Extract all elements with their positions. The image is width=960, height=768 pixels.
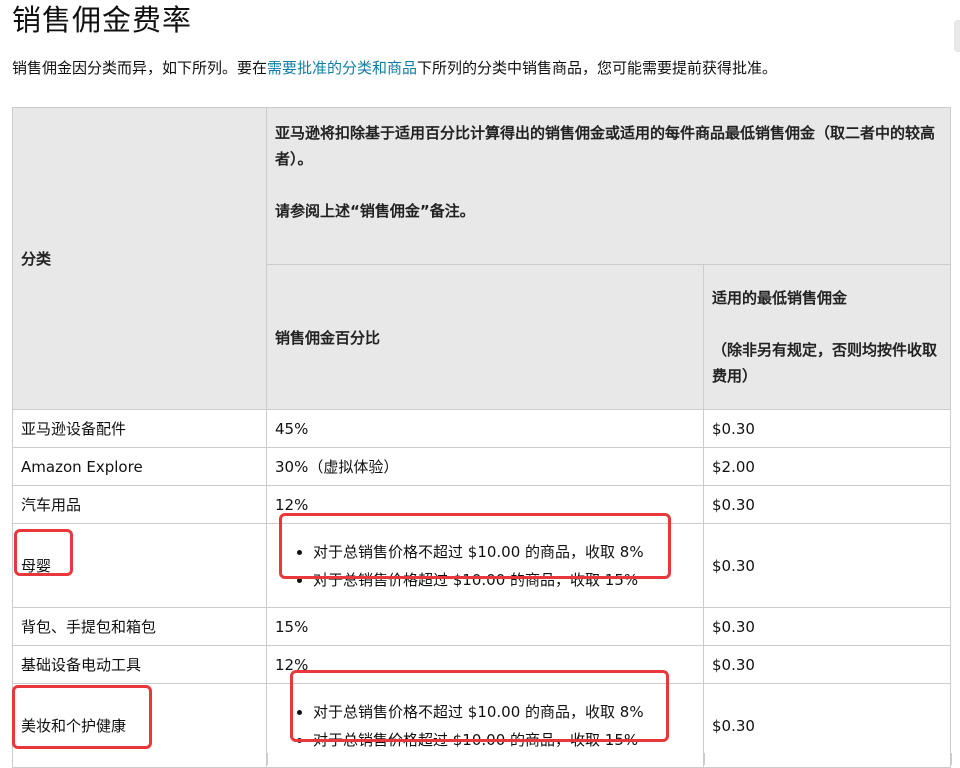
header-min-fee-line1: 适用的最低销售佣金: [712, 289, 848, 307]
fee-bullet: 对于总销售价格超过 $10.00 的商品，收取 15%: [313, 566, 695, 594]
min-fee-cell: $0.30: [702, 645, 952, 684]
fee-bullet-list: 对于总销售价格不超过 $10.00 的商品，收取 8% 对于总销售价格超过 $1…: [275, 538, 695, 594]
percent-cell: 15%: [266, 607, 704, 646]
intro-after: 下所列的分类中销售商品，您可能需要提前获得批准。: [417, 59, 778, 77]
header-min-fee: 适用的最低销售佣金 （除非另有规定，否则均按件收取费用）: [702, 264, 952, 410]
header-fee-description-line2: 请参阅上述“销售佣金”备注。: [275, 202, 475, 220]
referral-fee-table: 分类 亚马逊将扣除基于适用百分比计算得出的销售佣金或适用的每件商品最低销售佣金（…: [12, 107, 952, 768]
percent-cell: 12%: [266, 485, 704, 524]
percent-cell: 对于总销售价格不超过 $10.00 的商品，收取 8% 对于总销售价格超过 $1…: [266, 523, 704, 608]
category-cell: 背包、手提包和箱包: [12, 607, 267, 646]
page-title: 销售佣金费率: [12, 3, 193, 37]
table-row: 汽车用品 12% $0.30: [12, 485, 952, 524]
min-fee-cell: $0.30: [702, 409, 952, 448]
header-percent: 销售佣金百分比: [266, 264, 704, 410]
table-row: 母婴 对于总销售价格不超过 $10.00 的商品，收取 8% 对于总销售价格超过…: [12, 523, 952, 608]
side-scroll-tab[interactable]: [954, 20, 960, 52]
divider: [267, 753, 268, 765]
approval-categories-link[interactable]: 需要批准的分类和商品: [267, 59, 417, 77]
fee-bullet-list: 对于总销售价格不超过 $10.00 的商品，收取 8% 对于总销售价格超过 $1…: [275, 698, 695, 754]
category-cell: 亚马逊设备配件: [12, 409, 267, 448]
percent-cell: 12%: [266, 645, 704, 684]
category-cell: Amazon Explore: [12, 447, 267, 486]
header-fee-description: 亚马逊将扣除基于适用百分比计算得出的销售佣金或适用的每件商品最低销售佣金（取二者…: [265, 107, 952, 265]
min-fee-cell: $0.30: [702, 607, 952, 646]
fee-bullet: 对于总销售价格不超过 $10.00 的商品，收取 8%: [313, 698, 695, 726]
table-row: 亚马逊设备配件 45% $0.30: [12, 409, 952, 448]
intro-text: 销售佣金因分类而异，如下所列。要在需要批准的分类和商品下所列的分类中销售商品，您…: [12, 58, 777, 78]
category-cell: 汽车用品: [12, 485, 267, 524]
header-min-fee-line2: （除非另有规定，否则均按件收取费用）: [712, 341, 938, 385]
table-row: 基础设备电动工具 12% $0.30: [12, 645, 952, 684]
divider: [704, 753, 705, 765]
min-fee-cell: $2.00: [702, 447, 952, 486]
percent-cell: 30%（虚拟体验）: [266, 447, 704, 486]
min-fee-cell: $0.30: [702, 523, 952, 608]
header-fee-description-line1: 亚马逊将扣除基于适用百分比计算得出的销售佣金或适用的每件商品最低销售佣金（取二者…: [275, 124, 936, 168]
fee-bullet: 对于总销售价格超过 $10.00 的商品，收取 15%: [313, 726, 695, 754]
fee-bullet: 对于总销售价格不超过 $10.00 的商品，收取 8%: [313, 538, 695, 566]
header-category: 分类: [12, 107, 267, 410]
table-row-partial: [12, 753, 952, 765]
table-row: Amazon Explore 30%（虚拟体验） $2.00: [12, 447, 952, 486]
percent-cell: 45%: [266, 409, 704, 448]
category-cell: 母婴: [12, 523, 267, 608]
min-fee-cell: $0.30: [702, 485, 952, 524]
intro-before: 销售佣金因分类而异，如下所列。要在: [12, 59, 268, 77]
category-cell: 基础设备电动工具: [12, 645, 267, 684]
table-row: 背包、手提包和箱包 15% $0.30: [12, 607, 952, 646]
